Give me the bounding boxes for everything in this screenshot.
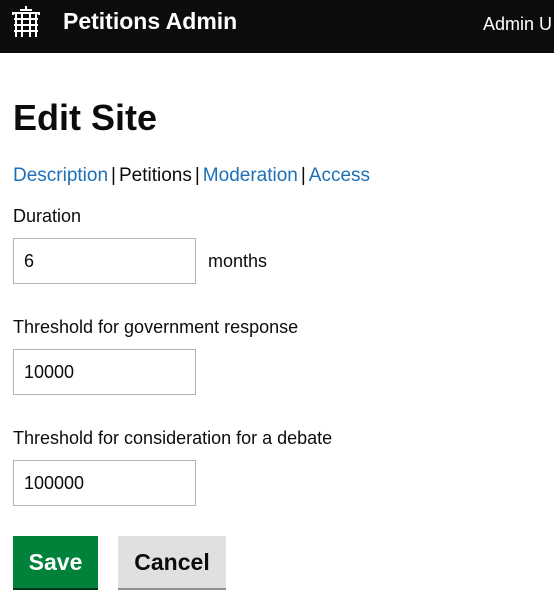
threshold-response-label: Threshold for government response [13,317,299,337]
tab-description[interactable]: Description [13,165,108,186]
tab-access[interactable]: Access [309,165,370,186]
threshold-debate-label: Threshold for consideration for a debate [13,428,333,448]
site-settings-nav: Description | Petitions | Moderation | Access [13,164,370,188]
nav-separator: | [111,165,116,186]
site-header: Petitions Admin Admin U [0,0,554,53]
threshold-debate-input[interactable] [13,460,196,506]
portcullis-icon[interactable] [12,6,40,38]
save-button[interactable]: Save [13,536,98,588]
duration-label: Duration [13,206,82,226]
tab-moderation[interactable]: Moderation [203,165,298,186]
page-title: Edit Site [13,97,158,138]
threshold-response-input[interactable] [13,349,196,395]
nav-separator: | [300,165,306,186]
duration-input[interactable] [13,238,196,284]
nav-separator: | [194,165,200,186]
duration-suffix: months [208,251,268,271]
admin-user-menu[interactable]: Admin U [483,14,552,35]
tab-petitions[interactable]: Petitions [119,165,192,186]
app-title-link[interactable]: Petitions Admin [63,8,237,35]
cancel-button[interactable]: Cancel [118,536,226,588]
